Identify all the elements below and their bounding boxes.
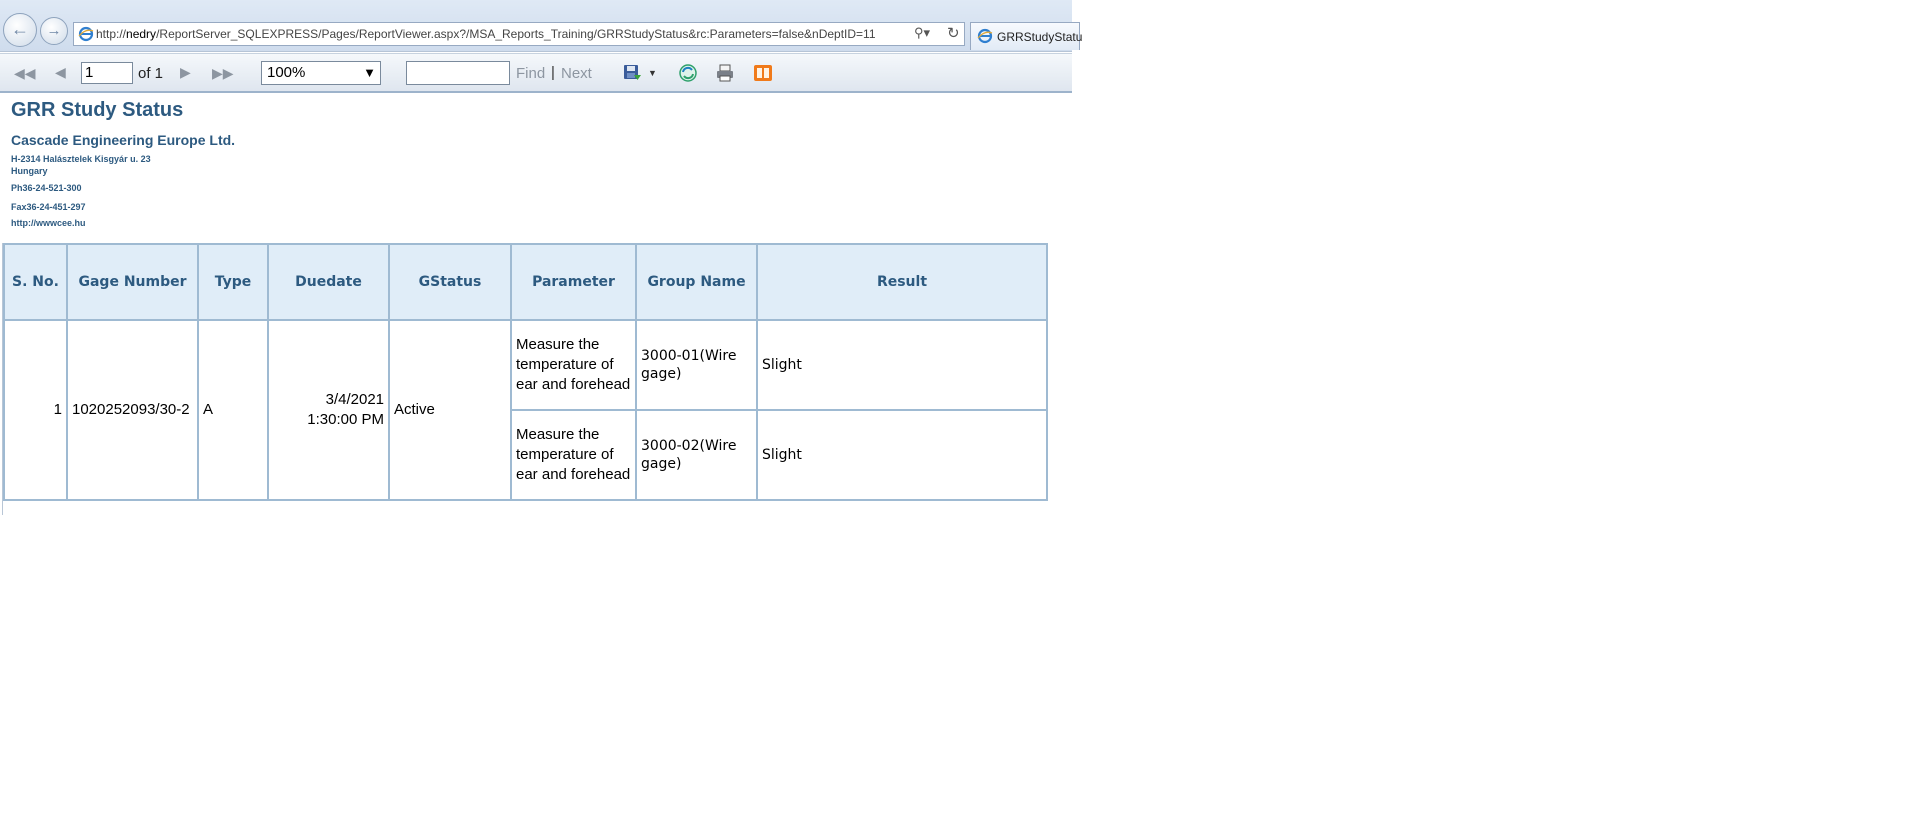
- previous-page-icon[interactable]: ◀: [55, 64, 66, 81]
- page-count: of 1: [138, 65, 164, 82]
- find-link[interactable]: Find: [516, 65, 545, 82]
- cell-gage-number: 1020252093/30-2: [66, 319, 199, 501]
- column-header-sno: S. No.: [3, 243, 68, 321]
- cell-parameter: Measure the temperature of ear and foreh…: [510, 319, 637, 411]
- find-input[interactable]: [406, 61, 510, 85]
- column-header-group-name: Group Name: [635, 243, 758, 321]
- refresh-report-icon[interactable]: [678, 63, 698, 83]
- cell-gstatus: Active: [388, 319, 512, 501]
- report-toolbar: ◀◀ ◀ 1 of 1 ▶ ▶▶ 100% ▼ Find | Next ▼: [0, 53, 1072, 93]
- page-number-input[interactable]: 1: [81, 62, 133, 84]
- chevron-down-icon: ▼: [363, 65, 376, 80]
- find-next-link[interactable]: Next: [561, 65, 592, 82]
- browser-tab[interactable]: GRRStudyStatu: [970, 22, 1083, 50]
- cell-parameter: Measure the temperature of ear and foreh…: [510, 409, 637, 501]
- arrow-right-icon: →: [46, 22, 62, 39]
- search-icon[interactable]: ⚲▾: [914, 25, 930, 41]
- address-prefix: http://: [96, 27, 127, 41]
- browser-window: ← → http://nedry/ReportServer_SQLEXPRESS…: [0, 0, 1082, 516]
- cell-type: A: [197, 319, 269, 501]
- report-title: GRR Study Status: [11, 99, 184, 121]
- column-header-gstatus: GStatus: [388, 243, 512, 321]
- cell-group-name: 3000-01(Wire gage): [635, 319, 758, 411]
- tab-title: GRRStudyStatu: [997, 30, 1083, 44]
- company-fax: Fax36-24-451-297: [11, 202, 86, 212]
- address-row: ← → http://nedry/ReportServer_SQLEXPRESS…: [0, 0, 1082, 52]
- column-header-duedate: Duedate: [267, 243, 390, 321]
- address-bar[interactable]: http://nedry/ReportServer_SQLEXPRESS/Pag…: [73, 22, 965, 46]
- column-header-parameter: Parameter: [510, 243, 637, 321]
- company-address-line: H-2314 Halásztelek Kisgyár u. 23: [11, 154, 151, 164]
- print-layout-icon[interactable]: [753, 63, 773, 83]
- cell-result: Slight: [756, 319, 1048, 411]
- zoom-value: 100%: [267, 64, 306, 81]
- next-page-icon[interactable]: ▶: [180, 64, 191, 81]
- address-host: nedry: [126, 27, 157, 41]
- column-header-gage-number: Gage Number: [66, 243, 199, 321]
- cell-result: Slight: [756, 409, 1048, 501]
- export-save-icon[interactable]: [622, 63, 642, 83]
- column-header-result: Result: [756, 243, 1048, 321]
- arrow-left-icon: ←: [11, 19, 29, 39]
- cell-duedate: 3/4/2021 1:30:00 PM: [267, 319, 390, 501]
- first-page-icon[interactable]: ◀◀: [14, 65, 36, 82]
- last-page-icon[interactable]: ▶▶: [212, 65, 234, 82]
- grr-status-table: S. No. Gage Number Type Duedate GStatus …: [3, 243, 1048, 501]
- export-dropdown-icon[interactable]: ▼: [648, 68, 657, 78]
- cell-group-name: 3000-02(Wire gage): [635, 409, 758, 501]
- company-phone: Ph36-24-521-300: [11, 183, 82, 193]
- zoom-select[interactable]: 100% ▼: [261, 61, 381, 85]
- back-button[interactable]: ←: [3, 13, 37, 47]
- table-row: 1 1020252093/30-2 A 3/4/2021 1:30:00 PM …: [3, 319, 1048, 501]
- print-icon[interactable]: [715, 63, 735, 83]
- address-url: http://nedry/ReportServer_SQLEXPRESS/Pag…: [96, 27, 876, 41]
- company-country: Hungary: [11, 166, 48, 176]
- forward-button[interactable]: →: [40, 17, 68, 45]
- address-path: /ReportServer_SQLEXPRESS/Pages/ReportVie…: [156, 27, 876, 41]
- column-header-type: Type: [197, 243, 269, 321]
- company-website: http://wwwcee.hu: [11, 218, 86, 228]
- company-name: Cascade Engineering Europe Ltd.: [11, 132, 236, 148]
- refresh-icon[interactable]: ↻: [947, 24, 960, 42]
- ie-page-icon: [78, 26, 94, 42]
- find-separator: |: [551, 64, 555, 81]
- table-header-row: S. No. Gage Number Type Duedate GStatus …: [3, 243, 1048, 321]
- ie-tab-icon: [977, 28, 993, 44]
- cell-sno: 1: [3, 319, 68, 501]
